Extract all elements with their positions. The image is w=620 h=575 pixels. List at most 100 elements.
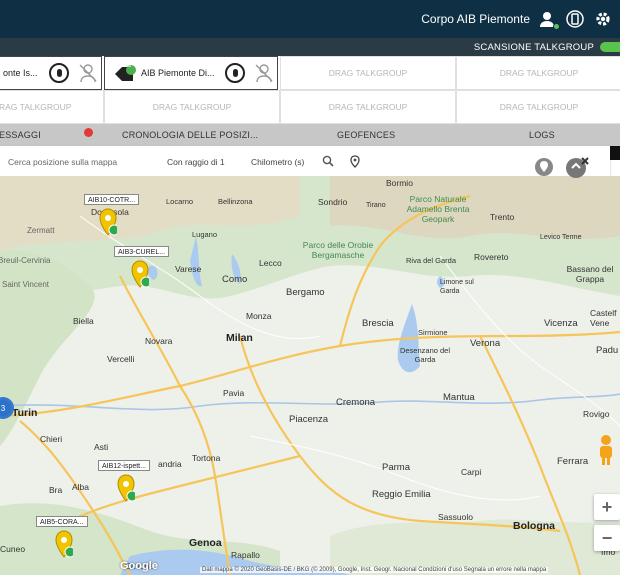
place-label: Locarno — [166, 197, 194, 206]
place-label: Alba — [72, 482, 90, 492]
place-label: Brescia — [362, 318, 394, 329]
vehicle-marker[interactable] — [117, 474, 135, 502]
place-label: Tirano — [366, 202, 386, 209]
vehicle-marker[interactable] — [131, 260, 149, 288]
tab-logs[interactable]: LOGS — [529, 130, 555, 140]
scan-bar: SCANSIONE TALKGROUP — [0, 38, 620, 56]
vehicle-marker-label: AIB12-ispett... — [98, 460, 150, 471]
organization-title: Corpo AIB Piemonte — [421, 12, 530, 26]
tab-geofences[interactable]: GEOFENCES — [337, 130, 395, 140]
place-label: Monza — [246, 311, 272, 321]
vehicle-marker-label: AIB3-CUREL... — [114, 246, 170, 257]
place-label: Vercelli — [107, 354, 135, 364]
talkgroup-drop-slot[interactable]: DRAG TALKGROUP — [280, 56, 456, 90]
place-label: Sondrio — [318, 197, 348, 207]
place-label: Trento — [490, 212, 515, 222]
place-label: Reggio Emilia — [372, 489, 431, 500]
place-label: Mantua — [443, 392, 475, 403]
vehicle-marker-label: AIB5-CORA... — [36, 516, 88, 527]
place-label: Limone sul Garda — [440, 279, 474, 295]
location-pin-icon[interactable] — [350, 155, 360, 168]
vehicle-marker[interactable] — [99, 208, 117, 236]
panel-collapse-handle[interactable] — [610, 146, 620, 160]
tab-position-history[interactable]: CRONOLOGIA DELLE POSIZI... — [122, 130, 258, 140]
place-label: Chieri — [40, 434, 63, 444]
talkgroup-drop-label: RAG TALKGROUP — [0, 102, 72, 112]
talkgroup-drop-slot[interactable]: RAG TALKGROUP — [0, 90, 104, 124]
talkgroup-drop-slot[interactable]: DRAG TALKGROUP — [456, 90, 620, 124]
zoom-out-button[interactable]: − — [594, 525, 620, 551]
tab-bar: ESSAGGI CRONOLOGIA DELLE POSIZI... GEOFE… — [0, 124, 620, 146]
top-bar: Corpo AIB Piemonte — [0, 0, 620, 38]
place-label: Desenzano del Garda — [399, 346, 451, 364]
place-label: Bergamo — [286, 287, 325, 298]
place-label: Saint Vincent — [2, 280, 49, 289]
place-label: Bologna — [513, 520, 555, 532]
online-status-dot — [553, 23, 560, 30]
place-label: Rovereto — [474, 252, 509, 262]
unit-selector[interactable]: Chilometro (s) — [251, 157, 304, 167]
place-label: andria — [158, 459, 182, 469]
talkgroup-name: AIB Piemonte Di... — [141, 68, 215, 78]
place-label: Levico Terme — [540, 234, 582, 241]
person-muted-icon[interactable] — [253, 62, 275, 84]
map-view[interactable]: Bormio Sondrio Tirano Locarno Bellinzona… — [0, 157, 620, 575]
phone-icon[interactable] — [564, 8, 586, 30]
map-attribution[interactable]: Dati mappa © 2020 GeoBasis-DE / BKG (© 2… — [200, 567, 549, 573]
geofence-draw-icon[interactable] — [533, 156, 555, 178]
map-search-bar: Cerca posizione sulla mappa Con raggio d… — [0, 146, 610, 176]
place-label: Bormio — [386, 178, 413, 188]
zoom-in-button[interactable]: + — [594, 494, 620, 520]
scan-talkgroup-toggle[interactable] — [600, 42, 620, 52]
gear-icon[interactable] — [592, 8, 614, 30]
place-label: Vicenza — [544, 318, 578, 329]
talkgroup-drop-label: DRAG TALKGROUP — [152, 102, 232, 112]
tab-messages[interactable]: ESSAGGI — [0, 130, 41, 140]
place-label: Como — [222, 274, 248, 285]
scan-talkgroup-label: SCANSIONE TALKGROUP — [473, 42, 594, 53]
talkgroup-name: onte Is... — [3, 68, 38, 78]
talkgroup-drop-label: DRAG TALKGROUP — [499, 68, 579, 78]
place-label: Parma — [382, 462, 410, 473]
place-label: Sassuolo — [438, 512, 473, 522]
place-label: Rapallo — [231, 550, 260, 560]
user-status-icon[interactable] — [536, 8, 560, 30]
place-label: Pavia — [223, 388, 245, 398]
place-label: Breuil-Cervinia — [0, 256, 51, 265]
street-view-pegman-icon[interactable] — [596, 434, 616, 466]
place-label: Piacenza — [289, 414, 329, 425]
radius-selector[interactable]: Con raggio di 1 — [167, 157, 225, 167]
talkgroup-slot[interactable]: 3 AIB Piemonte Di... — [104, 56, 278, 90]
place-label: Lecco — [259, 258, 282, 268]
place-label: Rovigo — [583, 409, 610, 419]
person-muted-icon[interactable] — [77, 62, 99, 84]
place-label: Milan — [226, 332, 253, 344]
place-label: Lugano — [192, 230, 218, 239]
place-label: Castelf Vene — [590, 308, 617, 328]
talkgroup-drop-label: DRAG TALKGROUP — [328, 68, 408, 78]
place-label: Biella — [73, 316, 94, 326]
microphone-icon[interactable] — [225, 63, 245, 83]
vehicle-marker[interactable] — [55, 530, 73, 558]
park-label: Parco Naturale Adamello Brenta Geopark — [406, 194, 470, 224]
talkgroup-drop-slot[interactable]: DRAG TALKGROUP — [280, 90, 456, 124]
place-label: Carpi — [461, 467, 482, 477]
google-logo: Google — [120, 560, 158, 572]
place-label: Cuneo — [0, 544, 26, 554]
place-label: Asti — [94, 442, 109, 452]
place-label: Sirmione — [418, 328, 448, 337]
talkgroup-drop-slot[interactable]: DRAG TALKGROUP — [456, 56, 620, 90]
talkgroup-slot[interactable]: onte Is... — [0, 56, 102, 90]
place-label: Tortona — [192, 453, 221, 463]
search-icon[interactable] — [322, 155, 334, 167]
geofence-delete-icon[interactable] — [565, 156, 589, 180]
search-location-input[interactable]: Cerca posizione sulla mappa — [8, 157, 117, 167]
map-canvas — [0, 176, 620, 575]
place-label: Verona — [470, 338, 501, 349]
place-label: Ferrara — [557, 456, 589, 467]
place-label: Bassano del Grappa — [566, 264, 614, 284]
talkgroup-drop-slot[interactable]: DRAG TALKGROUP — [104, 90, 280, 124]
talkgroup-drop-label: DRAG TALKGROUP — [328, 102, 408, 112]
microphone-icon[interactable] — [49, 63, 69, 83]
talkgroup-drop-label: DRAG TALKGROUP — [499, 102, 579, 112]
